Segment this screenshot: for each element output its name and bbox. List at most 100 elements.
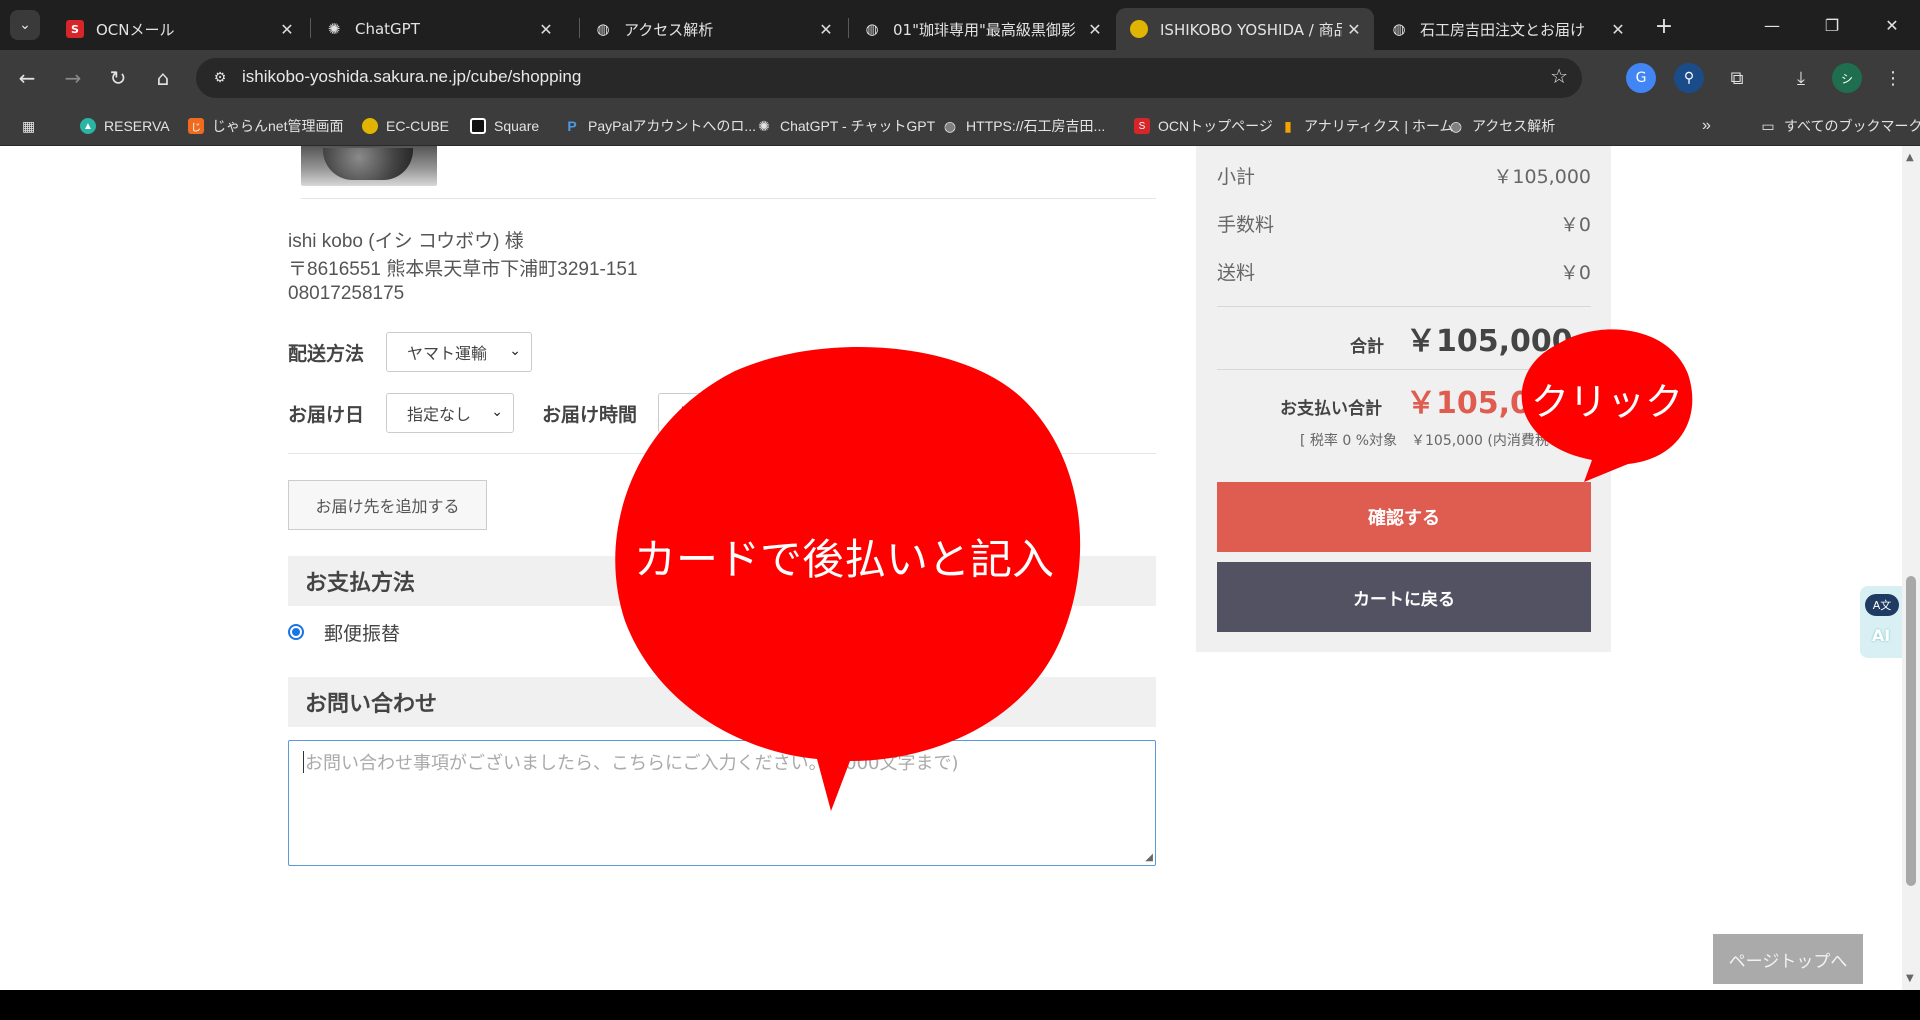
reload-icon[interactable]: ↻ — [103, 63, 133, 93]
tab-title: ChatGPT — [355, 20, 420, 38]
address-bar[interactable]: ⚙ ishikobo-yoshida.sakura.ne.jp/cube/sho… — [196, 58, 1582, 98]
shipping-fee-label: 送料 — [1217, 262, 1256, 284]
tab-title: ISHIKOBO YOSHIDA / 商品 — [1160, 20, 1342, 39]
close-icon[interactable]: ✕ — [814, 17, 838, 41]
subtotal-label: 小計 — [1217, 166, 1256, 188]
payment-total-label: お支払い合計 — [1280, 399, 1382, 419]
bookmarks-bar: ▦ ▲ RESERVA じじゃらんnet管理画面 EC-CUBE Square P… — [0, 106, 1920, 146]
restore-icon[interactable]: ❐ — [1812, 8, 1852, 42]
fee-row: 手数料 ￥0 — [1217, 210, 1591, 237]
tab-product-page[interactable]: ◍ 01"珈琲専用"最高級黒御影 ✕ — [849, 8, 1115, 50]
page-top-button[interactable]: ページトップへ — [1713, 934, 1863, 984]
payment-option-label[interactable]: 郵便振替 — [324, 619, 400, 646]
bookmarks-overflow-icon[interactable]: » — [1702, 116, 1711, 136]
payment-radio-postal[interactable] — [288, 624, 304, 640]
customer-phone: 08017258175 — [288, 283, 405, 304]
bookmark-paypal[interactable]: P PayPalアカウントへのロ... — [564, 116, 756, 136]
chatgpt-icon: ✺ — [327, 20, 341, 38]
eccube-icon — [1130, 20, 1148, 38]
kebab-menu-icon[interactable]: ⋮ — [1878, 63, 1908, 93]
close-icon[interactable]: ✕ — [1606, 17, 1630, 41]
google-extension-icon[interactable]: G — [1626, 63, 1656, 93]
annotation-text-small: クリック — [1530, 380, 1683, 424]
globe-icon: ◍ — [1392, 20, 1406, 38]
all-bookmarks[interactable]: ▭ すべてのブックマーク — [1760, 116, 1920, 136]
shipping-method-select[interactable]: ヤマト運輸 ⌄ — [386, 332, 532, 372]
bookmark-label: アクセス解析 — [1472, 118, 1556, 134]
scroll-down-arrow-icon[interactable]: ▼ — [1906, 973, 1914, 984]
bookmark-analytics[interactable]: ▮ アナリティクス | ホーム — [1280, 116, 1453, 136]
bookmark-reserva[interactable]: ▲ RESERVA — [80, 116, 170, 136]
bookmark-ocn-top[interactable]: S OCNトップページ — [1134, 116, 1273, 136]
url-text[interactable]: ishikobo-yoshida.sakura.ne.jp/cube/shopp… — [242, 67, 581, 87]
tab-access-analysis[interactable]: ◍ アクセス解析 ✕ — [580, 8, 846, 50]
close-icon[interactable]: ✕ — [534, 17, 558, 41]
page-scrollbar[interactable]: ▲ ▼ — [1902, 146, 1920, 990]
tab-strip: ⌄ S OCNメール ✕ ✺ ChatGPT ✕ ◍ アクセス解析 ✕ ◍ 01… — [0, 0, 1920, 50]
text-caret — [303, 751, 304, 773]
ai-translate-widget[interactable]: A文 AI — [1860, 586, 1902, 658]
close-window-icon[interactable]: ✕ — [1872, 8, 1912, 42]
delivery-date-select[interactable]: 指定なし ⌄ — [386, 393, 514, 433]
download-icon[interactable]: ⤓ — [1786, 63, 1816, 93]
tab-ocn-mail[interactable]: S OCNメール ✕ — [52, 8, 307, 50]
taskbar-strip — [0, 990, 1920, 1020]
bookmark-label: EC-CUBE — [386, 118, 450, 134]
tab-chatgpt[interactable]: ✺ ChatGPT ✕ — [311, 8, 566, 50]
puzzle-icon[interactable]: ⧉ — [1722, 63, 1752, 93]
fee-value: ￥0 — [1559, 214, 1591, 236]
back-to-cart-button[interactable]: カートに戻る — [1217, 562, 1591, 632]
tab-search-button[interactable]: ⌄ — [10, 10, 40, 40]
bookmark-ishikobo[interactable]: ◍ HTTPS://石工房吉田... — [942, 116, 1105, 136]
shipping-method-label: 配送方法 — [288, 343, 365, 365]
close-icon[interactable]: ✕ — [275, 17, 299, 41]
globe-icon: ◍ — [865, 20, 879, 38]
tab-title: 01"珈琲専用"最高級黒御影 — [893, 20, 1076, 39]
square-icon — [470, 118, 486, 134]
bookmark-label: じゃらんnet管理画面 — [212, 118, 344, 134]
shipping-method-value: ヤマト運輸 — [407, 344, 488, 363]
folder-icon: ▭ — [1761, 117, 1775, 134]
chatgpt-icon: ✺ — [758, 117, 770, 134]
add-destination-button[interactable]: お届け先を追加する — [288, 480, 487, 530]
apps-grid-icon[interactable]: ▦ — [22, 116, 35, 136]
bookmark-chatgpt[interactable]: ✺ ChatGPT - チャットGPT — [756, 116, 935, 136]
bookmark-label: PayPalアカウントへのロ... — [588, 118, 757, 134]
bookmark-star-icon[interactable]: ☆ — [1550, 64, 1568, 88]
scroll-up-arrow-icon[interactable]: ▲ — [1906, 152, 1914, 163]
ocn-icon: S — [1134, 118, 1150, 134]
bookmark-square[interactable]: Square — [470, 116, 539, 136]
scroll-thumb[interactable] — [1906, 576, 1916, 886]
close-icon[interactable]: ✕ — [1342, 17, 1366, 41]
jalan-icon: じ — [188, 118, 204, 134]
subtotal-row: 小計 ￥105,000 — [1217, 162, 1591, 189]
globe-icon: ◍ — [1449, 117, 1463, 134]
site-info-icon[interactable]: ⚙ — [206, 64, 234, 92]
globe-icon: ◍ — [943, 117, 957, 134]
divider — [1217, 306, 1591, 307]
chevron-down-icon: ⌄ — [19, 17, 31, 33]
tab-ishikobo-active[interactable]: ISHIKOBO YOSHIDA / 商品 ✕ — [1116, 8, 1374, 50]
bookmark-access[interactable]: ◍ アクセス解析 — [1448, 116, 1555, 136]
forward-arrow-icon[interactable]: → — [58, 63, 88, 93]
bookmark-jalan[interactable]: じじゃらんnet管理画面 — [188, 116, 343, 136]
bookmark-eccube[interactable]: EC-CUBE — [362, 116, 449, 136]
new-tab-button[interactable]: + — [1650, 12, 1678, 40]
browser-toolbar: ← → ↻ ⌂ ⚙ ishikobo-yoshida.sakura.ne.jp/… — [0, 50, 1920, 106]
subtotal-value: ￥105,000 — [1493, 166, 1591, 188]
resize-grip-icon[interactable]: ◢ — [1145, 852, 1153, 863]
tab-order-delivery[interactable]: ◍ 石工房吉田注文とお届け ✕ — [1376, 8, 1638, 50]
back-arrow-icon[interactable]: ← — [12, 63, 42, 93]
delivery-date-value: 指定なし — [407, 405, 472, 424]
minimize-icon[interactable]: — — [1752, 8, 1792, 42]
confirm-button[interactable]: 確認する — [1217, 482, 1591, 552]
shipping-fee-row: 送料 ￥0 — [1217, 258, 1591, 285]
bookmark-label: Square — [494, 118, 540, 134]
profile-avatar[interactable]: シ — [1832, 63, 1862, 93]
home-icon[interactable]: ⌂ — [148, 63, 178, 93]
fee-label: 手数料 — [1217, 214, 1275, 236]
product-image — [301, 146, 437, 186]
extension-icon[interactable]: ⚲ — [1674, 63, 1704, 93]
close-icon[interactable]: ✕ — [1083, 17, 1107, 41]
eccube-icon — [362, 118, 378, 134]
